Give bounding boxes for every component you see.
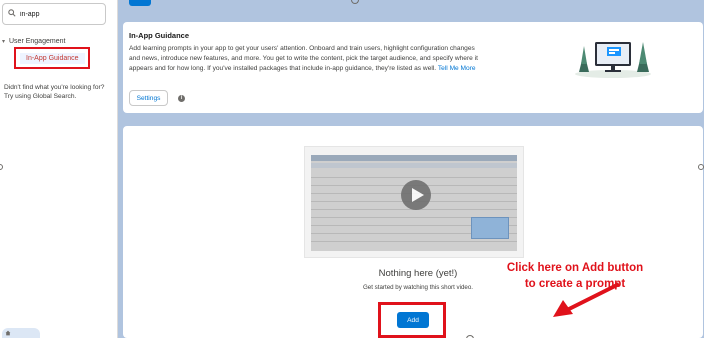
page-title: In-App Guidance bbox=[129, 31, 189, 40]
thumb-header-bar bbox=[311, 155, 517, 161]
tree-item-label: User Engagement bbox=[9, 38, 66, 45]
thumb-row bbox=[311, 241, 517, 242]
not-found-line2: Try using Global Search. bbox=[4, 93, 77, 100]
top-strip bbox=[119, 0, 704, 18]
chevron-down-icon: ▾ bbox=[2, 39, 6, 45]
tell-me-more-link[interactable]: Tell Me More bbox=[438, 65, 476, 72]
description-text: Add learning prompts in your app to get … bbox=[129, 45, 478, 72]
in-app-guidance-link[interactable]: In-App Guidance bbox=[23, 52, 82, 64]
empty-state-subtitle: Get started by watching this short video… bbox=[362, 284, 474, 291]
annotation-arrow bbox=[553, 282, 620, 317]
play-button[interactable] bbox=[401, 180, 431, 210]
tree-item-label-highlight: In-App Guidance bbox=[20, 52, 85, 64]
info-icon[interactable]: i bbox=[178, 95, 185, 102]
scroll-indicator-top bbox=[351, 0, 359, 4]
settings-button[interactable]: Settings bbox=[129, 90, 168, 106]
play-icon bbox=[412, 188, 424, 202]
search-input[interactable] bbox=[20, 10, 100, 18]
setup-sidebar: ▾ User Engagement In-App Guidance Didn't… bbox=[0, 0, 118, 338]
thumb-row bbox=[311, 177, 517, 178]
add-button-highlight: Add bbox=[378, 302, 446, 338]
quick-find-search[interactable] bbox=[2, 3, 106, 25]
video-thumbnail bbox=[311, 155, 517, 251]
tree-item-user-engagement[interactable]: ▾ User Engagement bbox=[2, 38, 65, 45]
utility-bar-tab[interactable] bbox=[2, 328, 40, 338]
empty-state-title: Nothing here (yet!) bbox=[378, 268, 458, 279]
not-found-message: Didn't find what you're looking for? Try… bbox=[4, 83, 104, 101]
thumb-tab-bar bbox=[311, 163, 517, 168]
right-resize-handle[interactable] bbox=[698, 164, 704, 170]
page-header-card: In-App Guidance Add learning prompts in … bbox=[123, 22, 703, 113]
tutorial-video[interactable] bbox=[304, 146, 524, 258]
search-icon bbox=[8, 9, 16, 19]
tree-item-in-app-guidance[interactable]: In-App Guidance bbox=[14, 47, 90, 69]
home-icon bbox=[5, 330, 11, 336]
header-illustration bbox=[575, 42, 651, 78]
page-description: Add learning prompts in your app to get … bbox=[129, 44, 484, 74]
not-found-line1: Didn't find what you're looking for? bbox=[4, 84, 105, 91]
main-content: In-App Guidance Add learning prompts in … bbox=[119, 0, 704, 338]
top-button-edge[interactable] bbox=[129, 0, 151, 6]
add-button[interactable]: Add bbox=[397, 312, 429, 328]
thumb-prompt-panel bbox=[471, 217, 509, 239]
annotation-line1: Click here on Add button bbox=[506, 262, 644, 274]
